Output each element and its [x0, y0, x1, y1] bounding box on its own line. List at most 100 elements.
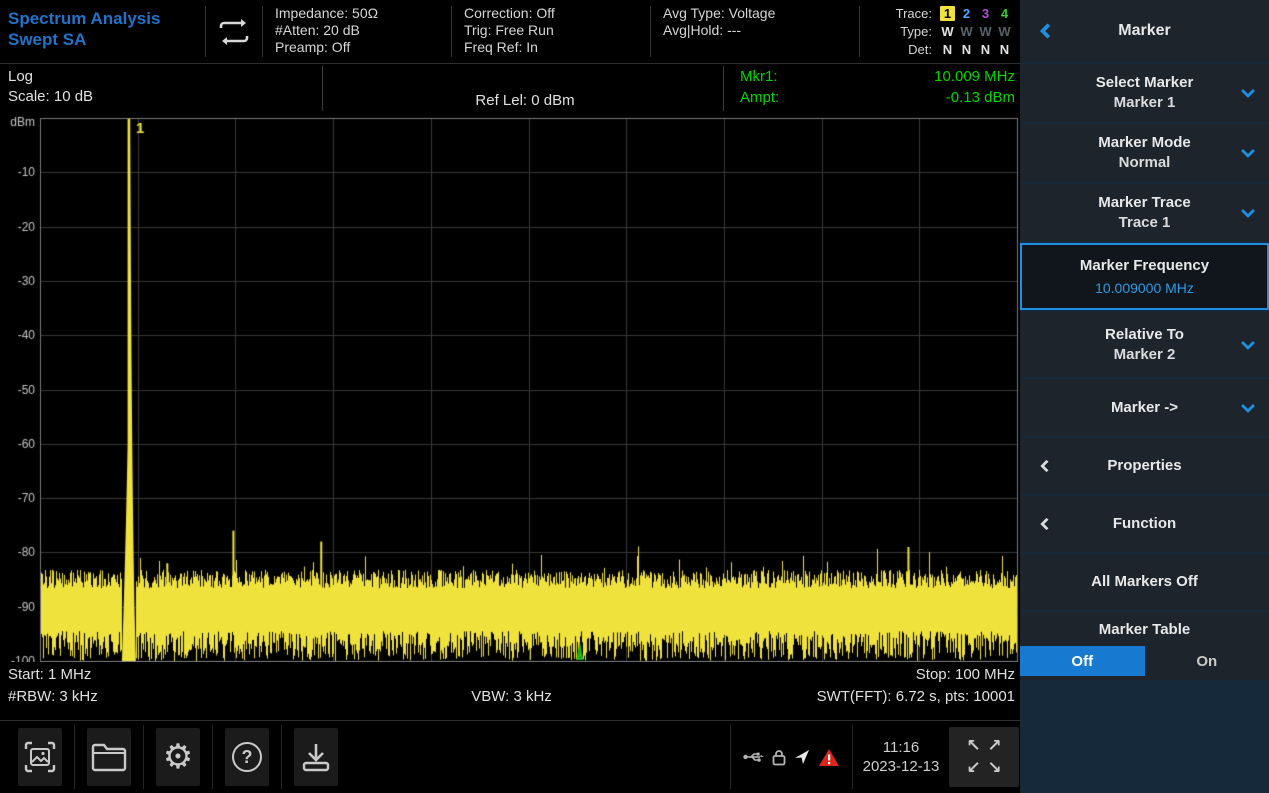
atten-value: #Atten: 20 dB: [275, 22, 451, 39]
menu-title: Marker: [1118, 22, 1170, 40]
trace-1-indicator: 1: [940, 6, 955, 21]
clock[interactable]: 11:16 2023-12-13: [853, 738, 949, 776]
help-icon: ?: [232, 742, 262, 772]
ref-level-setting[interactable]: Ref Lel: 0 dBm: [330, 92, 720, 109]
marker-frequency-readout: 10.009 MHz: [934, 66, 1015, 87]
trace-3-indicator: 3: [976, 6, 995, 21]
gear-icon: ⚙: [163, 737, 193, 777]
marker-readout-label: Mkr1:: [740, 66, 778, 87]
preamp-value: Preamp: Off: [275, 39, 451, 56]
chevron-left-icon: [1040, 460, 1053, 473]
help-button[interactable]: ?: [225, 728, 269, 786]
chevron-left-icon: [1040, 23, 1056, 39]
lock-icon: [772, 749, 786, 766]
marker-ampt-readout: -0.13 dBm: [946, 87, 1015, 108]
correction-value: Correction: Off: [464, 5, 650, 22]
trace-4-det: N: [995, 42, 1014, 57]
sweep-annotation-row: Start: 1 MHz Stop: 100 MHz #RBW: 3 kHz V…: [0, 662, 1020, 720]
app-title[interactable]: Spectrum Analysis Swept SA: [0, 0, 205, 63]
vbw-label[interactable]: VBW: 3 kHz: [344, 686, 680, 708]
marker-table-control: Marker Table Off On: [1020, 612, 1269, 680]
settings-button[interactable]: ⚙: [156, 728, 200, 786]
app-title-line2: Swept SA: [8, 29, 205, 50]
marker-table-off-button[interactable]: Off: [1020, 646, 1145, 676]
screenshot-button[interactable]: [18, 728, 62, 786]
trace-2-type: W: [957, 24, 976, 39]
file-explorer-button[interactable]: [87, 728, 131, 786]
save-icon: [300, 741, 332, 773]
continuous-sweep-button[interactable]: [206, 0, 262, 63]
time-value: 11:16: [857, 738, 945, 757]
marker-mode-button[interactable]: Marker Mode Normal: [1020, 124, 1269, 182]
app-title-line1: Spectrum Analysis: [8, 8, 205, 29]
trace-2-det: N: [957, 42, 976, 57]
fullscreen-button[interactable]: ↖↗↙↘: [949, 727, 1019, 787]
marker-to-button[interactable]: Marker ->: [1020, 379, 1269, 436]
marker-table-on-button[interactable]: On: [1145, 646, 1269, 676]
trace-row-label: Trace:: [896, 6, 932, 21]
det-row-label: Det:: [908, 42, 932, 57]
trace-4-indicator: 4: [995, 6, 1014, 21]
warning-icon: [818, 748, 840, 767]
date-value: 2023-12-13: [857, 757, 945, 776]
marker-menu-panel: Marker Select Marker Marker 1 Marker Mod…: [1020, 0, 1269, 793]
trace-2-indicator: 2: [957, 6, 976, 21]
properties-submenu-button[interactable]: Properties: [1020, 438, 1269, 494]
divider: [143, 725, 144, 789]
trace-3-det: N: [976, 42, 995, 57]
marker-frequency-field[interactable]: Marker Frequency 10.009000 MHz: [1020, 243, 1269, 310]
trigger-settings-block[interactable]: Correction: Off Trig: Free Run Freq Ref:…: [452, 0, 650, 63]
divider: [281, 725, 282, 789]
main-area: Spectrum Analysis Swept SA Impedance: 50…: [0, 0, 1020, 793]
trace-1-det: N: [938, 42, 957, 57]
sweep-time-label: SWT(FFT): 6.72 s, pts: 10001: [679, 686, 1015, 708]
chevron-down-icon: [1241, 203, 1255, 217]
trace-4-type: W: [995, 24, 1014, 39]
status-indicator-area[interactable]: [731, 725, 852, 789]
usb-icon: [743, 750, 765, 764]
trace-indicators[interactable]: Trace: 1 2 3 4 Type: W W W W Det: N N N …: [860, 0, 1020, 63]
stop-frequency-label[interactable]: Stop: 100 MHz: [679, 664, 1015, 686]
type-row-label: Type:: [900, 24, 932, 39]
input-settings-block[interactable]: Impedance: 50Ω #Atten: 20 dB Preamp: Off: [263, 0, 451, 63]
select-marker-button[interactable]: Select Marker Marker 1: [1020, 64, 1269, 122]
divider: [723, 66, 724, 111]
divider: [212, 725, 213, 789]
marker-ampt-label: Ampt:: [740, 87, 779, 108]
chevron-left-icon: [1040, 518, 1053, 531]
folder-icon: [91, 742, 127, 772]
all-markers-off-button[interactable]: All Markers Off: [1020, 554, 1269, 610]
screenshot-icon: [23, 740, 57, 774]
relative-to-button[interactable]: Relative To Marker 2: [1020, 312, 1269, 377]
measurement-bar: Spectrum Analysis Swept SA Impedance: 50…: [0, 0, 1020, 64]
start-frequency-label[interactable]: Start: 1 MHz: [8, 664, 344, 686]
avg-type-value: Avg Type: Voltage: [663, 5, 859, 22]
trigger-value: Trig: Free Run: [464, 22, 650, 39]
divider: [74, 725, 75, 789]
spectrum-plot[interactable]: [0, 113, 1020, 662]
scale-type-label: Log: [8, 67, 93, 87]
chevron-down-icon: [1241, 144, 1255, 158]
save-button[interactable]: [294, 728, 338, 786]
scale-setting[interactable]: Log Scale: 10 dB: [8, 67, 93, 107]
function-submenu-button[interactable]: Function: [1020, 496, 1269, 552]
chevron-down-icon: [1241, 335, 1255, 349]
chevron-down-icon: [1241, 398, 1255, 412]
sweep-loop-icon: [215, 16, 253, 48]
impedance-value: Impedance: 50Ω: [275, 5, 451, 22]
marker-trace-button[interactable]: Marker Trace Trace 1: [1020, 184, 1269, 241]
trace-1-type: W: [938, 24, 957, 39]
average-settings-block[interactable]: Avg Type: Voltage Avg|Hold: ---: [651, 0, 859, 63]
scale-value-label: Scale: 10 dB: [8, 87, 93, 107]
menu-back-header[interactable]: Marker: [1020, 0, 1269, 62]
annotation-row: Log Scale: 10 dB Ref Lel: 0 dBm Mkr1: 10…: [0, 64, 1020, 113]
system-toolbar: ⚙ ?: [0, 720, 1020, 793]
spectrum-chart-area: [0, 113, 1020, 662]
divider: [322, 66, 323, 111]
trace-3-type: W: [976, 24, 995, 39]
expand-arrows-icon: ↖: [966, 736, 980, 756]
menu-panel-background: [1020, 682, 1269, 793]
marker-readout: Mkr1: 10.009 MHz Ampt: -0.13 dBm: [740, 66, 1015, 108]
rbw-label[interactable]: #RBW: 3 kHz: [8, 686, 344, 708]
nav-arrow-icon: [793, 748, 811, 766]
